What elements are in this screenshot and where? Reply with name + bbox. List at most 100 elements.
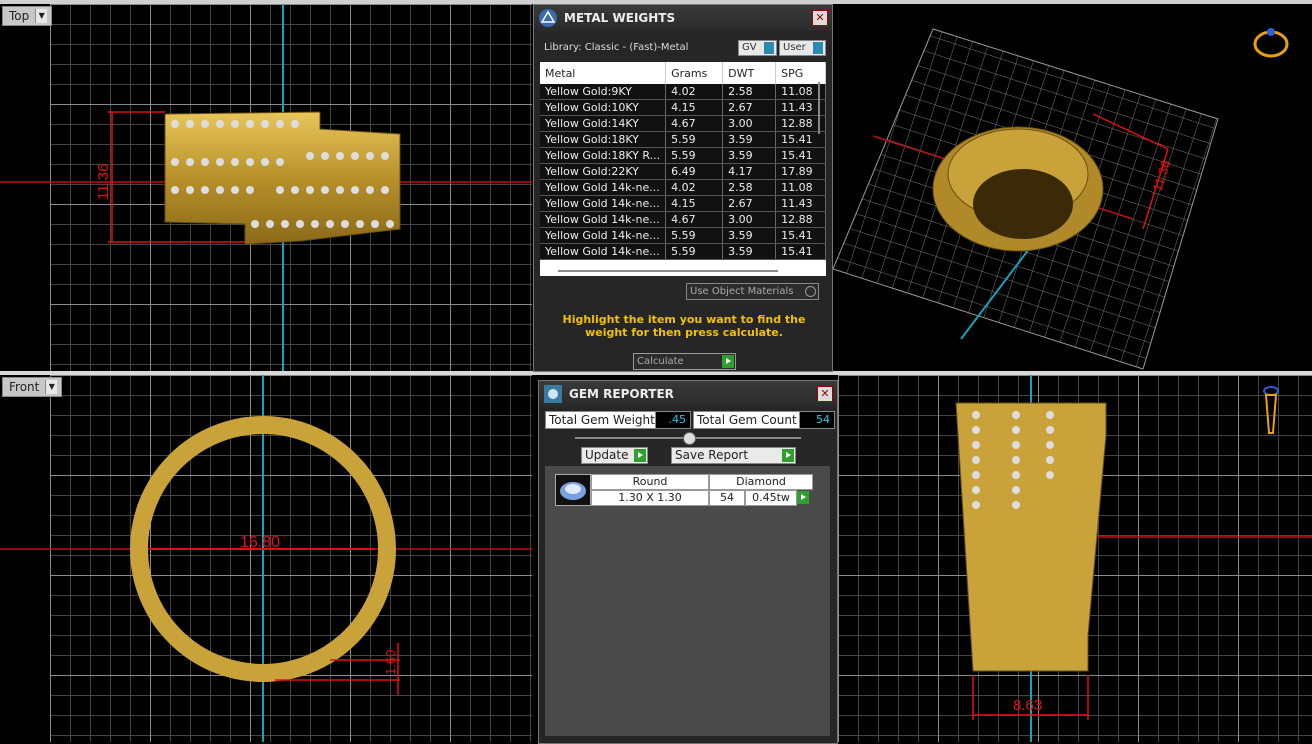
cell-metal: Yellow Gold:18KY R... [540,147,667,164]
column-header[interactable]: Metal [540,62,667,84]
gem-type: Diamond [709,474,813,490]
panel-title-bar[interactable]: METAL WEIGHTS ✕ [534,5,832,31]
cell-spg: 11.08 [775,179,826,196]
gv-toggle[interactable]: GV [738,40,777,56]
user-toggle[interactable]: User [779,40,826,56]
gem-size: 1.30 X 1.30 [591,490,709,506]
diamond-icon [555,474,591,506]
table-row[interactable]: Yellow Gold:10KY 4.15 2.67 11.43 [540,99,826,116]
library-label: Library: Classic - (Fast)-Metal [544,42,689,53]
metal-weights-panel: METAL WEIGHTS ✕ Library: Classic - (Fast… [533,4,833,372]
toggle-icon [764,42,774,54]
perspective-drawing: 11.36 [833,28,1289,370]
viewport-front[interactable]: 16.80 1.60 Front ▼ [0,375,532,742]
ring-navigator-icon [1253,28,1289,58]
cell-dwt: 3.00 [722,211,777,228]
cell-spg: 15.41 [775,227,826,244]
cell-dwt: 3.59 [722,131,777,148]
table-row[interactable]: Yellow Gold:18KY R... 5.59 3.59 15.41 [540,147,826,164]
total-gem-count-label: Total Gem Count [693,411,800,429]
calculate-button[interactable]: Calculate [633,353,736,370]
cell-grams: 5.59 [665,227,724,244]
table-row[interactable]: Yellow Gold:14KY 4.67 3.00 12.88 [540,115,826,132]
calculate-label: Calculate [637,356,684,367]
table-row[interactable]: Yellow Gold:22KY 6.49 4.17 17.89 [540,163,826,180]
vertical-scrollbar[interactable] [818,82,820,134]
table-row[interactable]: Yellow Gold 14k-ne... 4.67 3.00 12.88 [540,211,826,228]
gem-reporter-panel: GEM REPORTER ✕ Total Gem Weight .45 Tota… [538,380,838,744]
cell-grams: 4.15 [665,99,724,116]
front-view-drawing: 16.80 1.60 [0,375,532,742]
close-icon[interactable]: ✕ [812,10,828,26]
save-report-button[interactable]: Save Report [671,447,796,464]
viewport-top[interactable]: 11.36 Top ▼ [0,4,532,371]
cell-metal: Yellow Gold:14KY [540,115,667,132]
cell-dwt: 3.59 [722,227,777,244]
table-row[interactable]: Yellow Gold 14k-ne... 5.59 3.59 15.41 [540,243,826,260]
play-icon [634,449,646,462]
radio-icon [805,286,816,297]
horizontal-scrollbar[interactable] [558,270,778,272]
table-row[interactable]: Yellow Gold 14k-ne... 5.59 3.59 15.41 [540,227,826,244]
cell-grams: 4.02 [665,179,724,196]
total-gem-weight-label: Total Gem Weight [545,411,656,429]
column-header[interactable]: Grams [665,62,724,84]
cell-dwt: 4.17 [722,163,777,180]
cell-dwt: 3.00 [722,115,777,132]
cell-grams: 6.49 [665,163,724,180]
cell-spg: 15.41 [775,243,826,260]
cell-dwt: 2.67 [722,99,777,116]
chevron-down-icon[interactable]: ▼ [45,380,58,394]
cell-grams: 4.02 [665,84,724,100]
cell-metal: Yellow Gold 14k-ne... [540,243,667,260]
side-width-text: 8.63 [1013,697,1042,714]
play-icon [722,355,734,368]
column-header[interactable]: DWT [722,62,777,84]
viewport-perspective[interactable]: 11.36 [833,4,1312,371]
close-icon[interactable]: ✕ [817,386,833,402]
viewport-label-top[interactable]: Top ▼ [2,6,53,26]
total-gem-weight-value: .45 [655,411,691,429]
viewport-label-text: Top [9,9,30,23]
total-gem-count-value: 54 [799,411,835,429]
cell-metal: Yellow Gold:9KY [540,84,667,100]
cell-metal: Yellow Gold 14k-ne... [540,227,667,244]
table-row[interactable]: Yellow Gold:9KY 4.02 2.58 11.08 [540,84,826,100]
table-row[interactable]: Yellow Gold:18KY 5.59 3.59 15.41 [540,131,826,148]
update-label: Update [585,448,629,462]
slider-handle[interactable] [683,432,696,445]
cell-dwt: 2.58 [722,179,777,196]
play-icon [782,449,794,462]
update-button[interactable]: Update [581,447,648,464]
cell-grams: 4.67 [665,211,724,228]
panel-title: GEM REPORTER [569,387,674,401]
cell-metal: Yellow Gold 14k-ne... [540,195,667,212]
chevron-down-icon[interactable]: ▼ [35,9,48,23]
side-view-drawing: 8.63 [955,375,1312,742]
gem-list[interactable]: Round Diamond 1.30 X 1.30 54 0.45tw [545,466,830,736]
column-header[interactable]: SPG [775,62,826,84]
viewport-side[interactable]: 8.63 [838,375,1312,742]
use-object-materials-dropdown[interactable]: Use Object Materials [686,283,819,300]
stone-row [171,120,299,128]
metal-table[interactable]: Metal Grams DWT SPG Yellow Gold:9KY 4.02 2… [540,62,826,276]
panel-title-bar[interactable]: GEM REPORTER ✕ [539,381,837,407]
cell-spg: 12.88 [775,211,826,228]
table-header: Metal Grams DWT SPG [540,62,826,84]
cell-dwt: 2.58 [722,84,777,100]
viewport-label-front[interactable]: Front ▼ [2,377,63,397]
cell-dwt: 2.67 [722,195,777,212]
top-dimension-text: 11.36 [95,164,112,200]
scale-icon [539,9,557,27]
front-thickness-text: 1.60 [383,650,398,675]
panel-title: METAL WEIGHTS [564,11,676,25]
gem-icon [544,385,562,403]
table-row[interactable]: Yellow Gold 14k-ne... 4.15 2.67 11.43 [540,195,826,212]
cell-metal: Yellow Gold 14k-ne... [540,211,667,228]
table-row[interactable]: Yellow Gold 14k-ne... 4.02 2.58 11.08 [540,179,826,196]
user-label: User [783,42,806,53]
gem-shape: Round [591,474,709,490]
cell-dwt: 3.59 [722,243,777,260]
play-icon[interactable] [797,491,809,504]
cell-spg: 17.89 [775,163,826,180]
